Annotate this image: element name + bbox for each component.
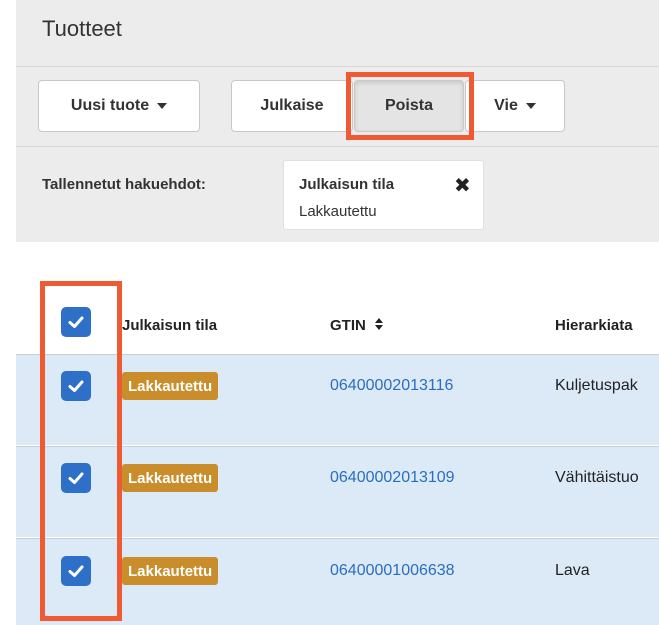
gtin-link[interactable]: 06400001006638 xyxy=(330,562,455,580)
status-badge: Lakkautettu xyxy=(122,557,219,585)
export-label: Vie xyxy=(494,97,518,114)
status-badge: Lakkautettu xyxy=(122,464,219,492)
new-product-label: Uusi tuote xyxy=(70,97,150,114)
column-header-status[interactable]: Julkaisun tila xyxy=(122,317,217,334)
export-button[interactable]: Vie xyxy=(465,80,565,132)
status-badge: Lakkautettu xyxy=(122,372,219,400)
publish-label: Julkaise xyxy=(260,97,324,114)
page-title: Tuotteet xyxy=(42,16,122,41)
gtin-header-label: GTIN xyxy=(330,317,366,334)
divider xyxy=(16,146,659,147)
hierarchy-cell: Vähittäistuo xyxy=(555,469,639,486)
saved-filters-label: Tallennetut hakuehdot: xyxy=(42,176,206,193)
column-header-hierarchy[interactable]: Hierarkiata xyxy=(555,317,633,334)
gtin-link[interactable]: 06400002013109 xyxy=(330,469,455,487)
delete-highlight xyxy=(346,72,474,140)
column-header-gtin[interactable]: GTIN xyxy=(330,317,384,334)
publish-button[interactable]: Julkaise xyxy=(231,80,353,132)
gtin-link[interactable]: 06400002013116 xyxy=(330,377,453,395)
chevron-down-icon xyxy=(157,103,168,109)
hierarchy-cell: Kuljetuspak xyxy=(555,377,638,394)
hierarchy-cell: Lava xyxy=(555,562,590,579)
chip-filter-value: Lakkautettu xyxy=(299,203,377,220)
close-icon[interactable]: ✖ xyxy=(454,173,471,198)
chevron-down-icon xyxy=(525,103,536,109)
new-product-button[interactable]: Uusi tuote xyxy=(38,80,200,132)
checkbox-column-highlight xyxy=(40,281,122,621)
divider xyxy=(16,66,659,67)
saved-filter-chip[interactable]: Julkaisun tila Lakkautettu ✖ xyxy=(283,160,484,230)
chip-filter-name: Julkaisun tila xyxy=(299,176,395,193)
sort-icon xyxy=(375,318,384,330)
